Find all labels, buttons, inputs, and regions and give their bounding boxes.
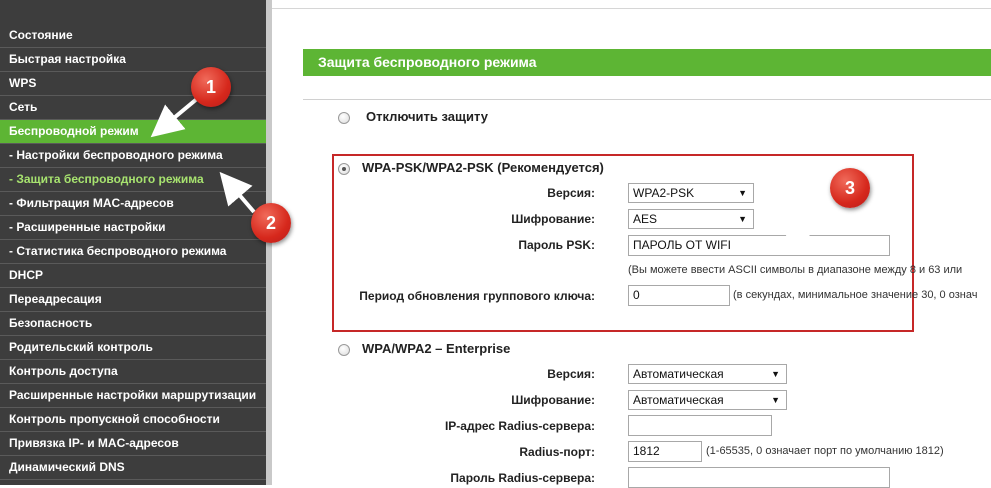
enterprise-version-value: Автоматическая [633, 367, 724, 381]
sidebar-item-security[interactable]: Безопасность [0, 312, 266, 336]
sidebar-item-wireless-settings[interactable]: - Настройки беспроводного режима [0, 144, 266, 168]
annotation-badge-2: 2 [251, 203, 291, 243]
annotation-badge-1: 1 [191, 67, 231, 107]
top-divider [272, 8, 991, 9]
sidebar-item-forwarding[interactable]: Переадресация [0, 288, 266, 312]
wpa-psk-encryption-select[interactable]: AES ▼ [628, 209, 754, 229]
sidebar-item-mac-filtering[interactable]: - Фильтрация MAC-адресов [0, 192, 266, 216]
group-key-input[interactable]: 0 [628, 285, 730, 306]
radius-password-label: Пароль Radius-сервера: [450, 471, 595, 485]
sidebar-item-access-control[interactable]: Контроль доступа [0, 360, 266, 384]
sidebar-item-parental-control[interactable]: Родительский контроль [0, 336, 266, 360]
disable-security-radio[interactable] [338, 112, 350, 124]
sidebar-item-wireless-advanced[interactable]: - Расширенные настройки [0, 216, 266, 240]
sidebar-menu: Состояние Быстрая настройка WPS Сеть Бес… [0, 0, 266, 485]
wpa-psk-title: WPA-PSK/WPA2-PSK (Рекомендуется) [362, 160, 604, 175]
main-content: Защита беспроводного режима Отключить за… [272, 0, 991, 488]
enterprise-encryption-value: Автоматическая [633, 393, 724, 407]
radius-port-input[interactable]: 1812 [628, 441, 702, 462]
chevron-down-icon: ▼ [738, 214, 747, 224]
psk-password-label: Пароль PSK: [518, 238, 595, 252]
sidebar-item-bandwidth-control[interactable]: Контроль пропускной способности [0, 408, 266, 432]
wpa-psk-version-select[interactable]: WPA2-PSK ▼ [628, 183, 754, 203]
sidebar-item-wireless[interactable]: Беспроводной режим [0, 120, 266, 144]
section-divider [303, 99, 991, 100]
group-key-note: (в секундах, минимальное значение 30, 0 … [733, 289, 978, 301]
annotation-badge-3: 3 [830, 168, 870, 208]
sidebar-item-wireless-statistics[interactable]: - Статистика беспроводного режима [0, 240, 266, 264]
radius-ip-label: IP-адрес Radius-сервера: [444, 419, 595, 433]
wpa-psk-radio[interactable] [338, 163, 350, 175]
sidebar-item-advanced-routing[interactable]: Расширенные настройки маршрутизации [0, 384, 266, 408]
sidebar-item-dhcp[interactable]: DHCP [0, 264, 266, 288]
radius-ip-input[interactable] [628, 415, 772, 436]
sidebar-item-wireless-security[interactable]: - Защита беспроводного режима [0, 168, 266, 192]
page-title: Защита беспроводного режима [303, 49, 991, 76]
wpa-psk-version-label: Версия: [547, 186, 595, 200]
chevron-down-icon: ▼ [771, 369, 780, 379]
enterprise-radio[interactable] [338, 344, 350, 356]
enterprise-encryption-label: Шифрование: [511, 393, 595, 407]
psk-password-input[interactable]: ПАРОЛЬ ОТ WIFI [628, 235, 890, 256]
sidebar-item-ip-mac-binding[interactable]: Привязка IP- и MAC-адресов [0, 432, 266, 456]
sidebar-item-quick-setup[interactable]: Быстрая настройка [0, 48, 266, 72]
wpa-psk-version-value: WPA2-PSK [633, 186, 695, 200]
chevron-down-icon: ▼ [738, 188, 747, 198]
sidebar-top-spacer [0, 0, 266, 24]
disable-security-label: Отключить защиту [366, 109, 488, 124]
enterprise-version-select[interactable]: Автоматическая ▼ [628, 364, 787, 384]
wpa-psk-encryption-label: Шифрование: [511, 212, 595, 226]
sidebar-item-dynamic-dns[interactable]: Динамический DNS [0, 456, 266, 480]
radius-port-note: (1-65535, 0 означает порт по умолчанию 1… [706, 445, 944, 457]
enterprise-title: WPA/WPA2 – Enterprise [362, 341, 511, 356]
psk-password-note: (Вы можете ввести ASCII символы в диапаз… [628, 264, 963, 276]
group-key-label: Период обновления группового ключа: [359, 289, 595, 303]
radius-port-label: Radius-порт: [519, 445, 595, 459]
enterprise-encryption-select[interactable]: Автоматическая ▼ [628, 390, 787, 410]
enterprise-version-label: Версия: [547, 367, 595, 381]
wpa-psk-encryption-value: AES [633, 212, 658, 226]
sidebar-item-status[interactable]: Состояние [0, 24, 266, 48]
chevron-down-icon: ▼ [771, 395, 780, 405]
